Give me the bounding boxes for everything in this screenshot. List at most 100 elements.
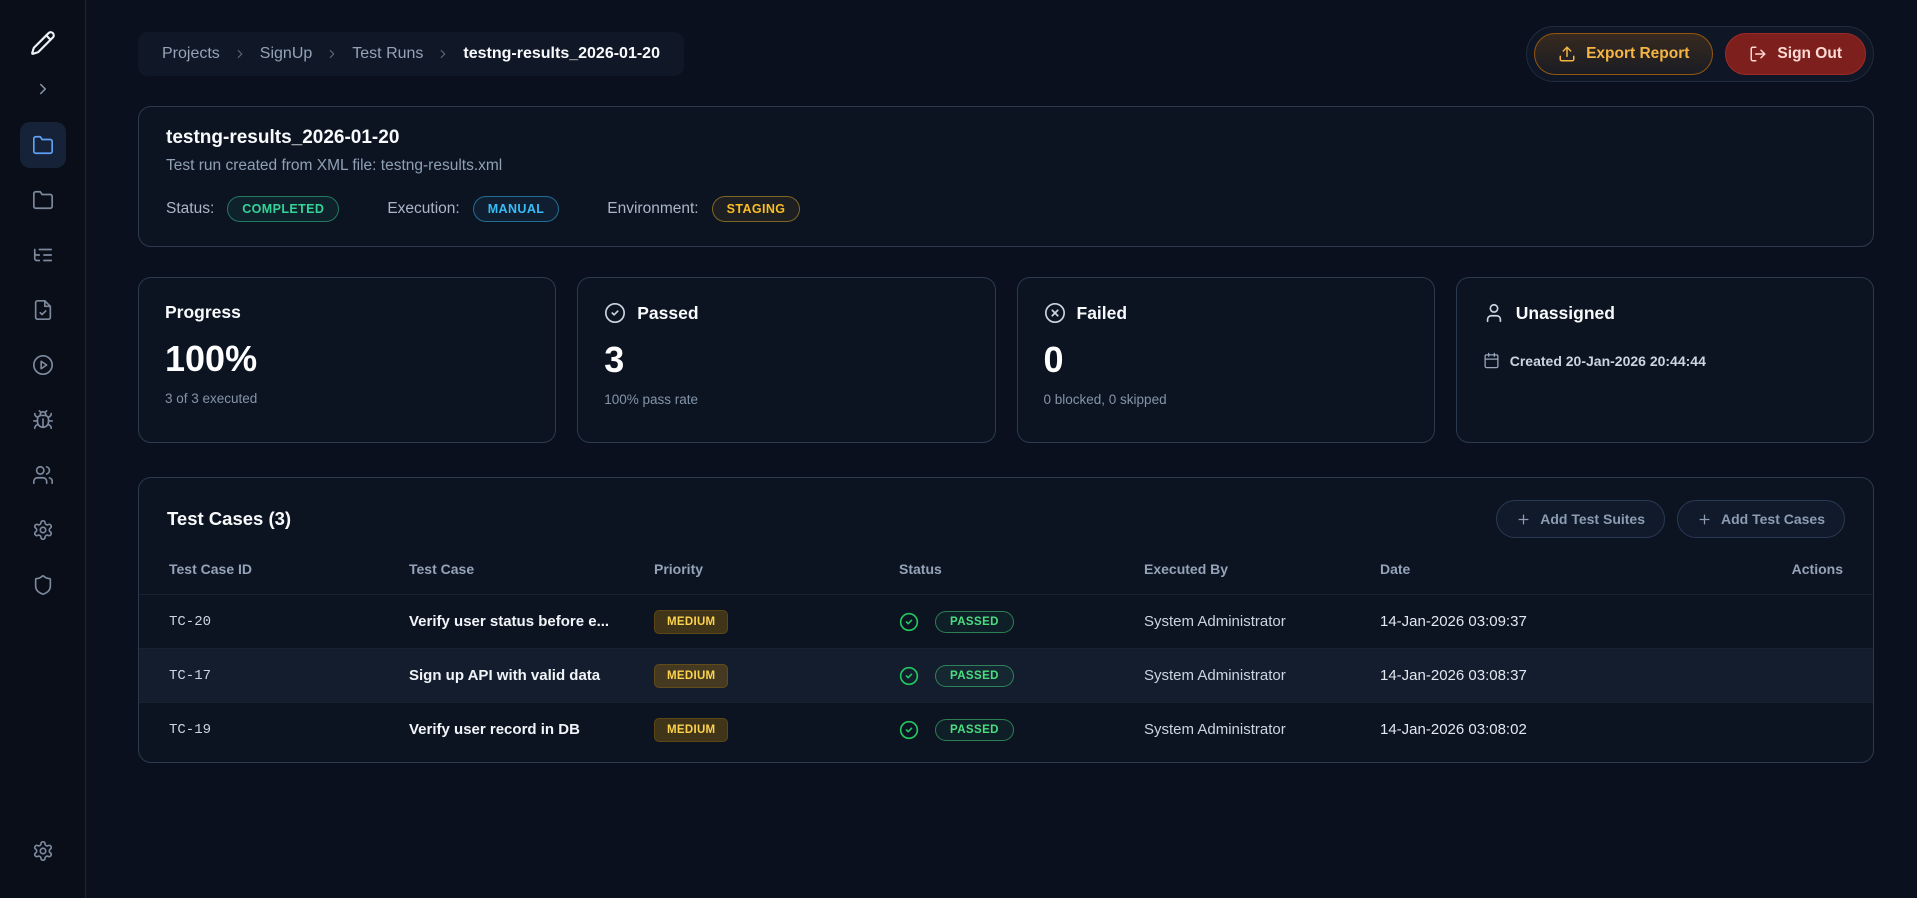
main-content: Projects SignUp Test Runs testng-results… — [86, 0, 1917, 898]
stats-row: Progress 100% 3 of 3 executed Passed 3 1… — [138, 277, 1874, 443]
breadcrumb-item-project[interactable]: SignUp — [260, 45, 312, 63]
column-test-case-id: Test Case ID — [169, 561, 252, 577]
user-icon — [1486, 303, 1501, 323]
sidebar-item-test-suites[interactable] — [20, 232, 66, 278]
sidebar-item-test-runs[interactable] — [20, 342, 66, 388]
status-cell: PASSED — [899, 664, 1144, 687]
created-row: Created 20-Jan-2026 20:44:44 — [1483, 352, 1847, 369]
unassigned-card: Unassigned Created 20-Jan-2026 20:44:44 — [1455, 277, 1874, 443]
passed-badge: PASSED — [935, 664, 1014, 687]
chevron-separator-icon — [441, 49, 446, 59]
passed-badge: PASSED — [935, 718, 1014, 741]
run-title: testng-results_2026-01-20 — [166, 127, 400, 148]
column-date: Date — [1380, 561, 1411, 577]
failed-title: Failed — [1076, 302, 1128, 323]
execution-group: Execution: MANUAL — [387, 196, 560, 222]
table-row[interactable]: TC-20 Verify user status before e... MED… — [139, 594, 1873, 648]
failed-subtitle: 0 blocked, 0 skipped — [1043, 392, 1167, 407]
add-test-suites-button[interactable]: Add Test Suites — [1496, 500, 1665, 538]
plus-icon — [1518, 514, 1529, 524]
check-circle-icon — [899, 666, 919, 685]
column-executed-by: Executed By — [1144, 561, 1229, 577]
status-group: Status: COMPLETED — [166, 196, 340, 222]
sign-out-button[interactable]: Sign Out — [1725, 33, 1866, 75]
status-label: Status: — [166, 200, 215, 217]
add-test-cases-label: Add Test Cases — [1721, 511, 1825, 527]
run-badges: Status: COMPLETED Execution: MANUAL Envi… — [166, 196, 1846, 222]
run-info-card: testng-results_2026-01-20 Test run creat… — [138, 106, 1874, 247]
log-out-icon — [1750, 46, 1766, 62]
sidebar-item-folders[interactable] — [20, 177, 66, 223]
column-status: Status — [899, 561, 942, 577]
column-test-case: Test Case — [409, 561, 475, 577]
sidebar-item-settings[interactable] — [20, 507, 66, 553]
play-circle-icon — [32, 355, 53, 375]
unassigned-title: Unassigned — [1515, 302, 1615, 323]
list-tree-icon — [33, 248, 52, 262]
executed-by: System Administrator — [1144, 721, 1286, 738]
app-logo[interactable] — [20, 20, 66, 66]
top-bar: Projects SignUp Test Runs testng-results… — [138, 26, 1874, 82]
failed-value: 0 — [1043, 339, 1064, 380]
test-case-name[interactable]: Verify user status before e... — [409, 613, 654, 630]
execution-label: Execution: — [387, 200, 460, 217]
sidebar-item-users[interactable] — [20, 452, 66, 498]
execution-date: 14-Jan-2026 03:08:02 — [1380, 721, 1527, 738]
executed-by: System Administrator — [1144, 613, 1286, 630]
breadcrumb-item-test-runs[interactable]: Test Runs — [352, 45, 423, 63]
execution-date: 14-Jan-2026 03:08:37 — [1380, 667, 1527, 684]
table-header: Test Case ID Test Case Priority Status E… — [139, 544, 1873, 594]
executed-by: System Administrator — [1144, 667, 1286, 684]
breadcrumb: Projects SignUp Test Runs testng-results… — [138, 32, 684, 76]
bug-icon — [32, 410, 53, 430]
column-priority: Priority — [654, 561, 704, 577]
upload-icon — [1559, 46, 1575, 62]
environment-label: Environment: — [607, 200, 699, 217]
passed-subtitle: 100% pass rate — [604, 392, 699, 407]
chevron-separator-icon — [329, 49, 335, 59]
table-row[interactable]: TC-17 Sign up API with valid data MEDIUM… — [139, 648, 1873, 702]
add-test-cases-button[interactable]: Add Test Cases — [1677, 500, 1845, 538]
priority-badge: MEDIUM — [654, 609, 729, 634]
failed-card: Failed 0 0 blocked, 0 skipped — [1016, 277, 1435, 443]
passed-card: Passed 3 100% pass rate — [577, 277, 996, 443]
test-case-id: TC-20 — [169, 613, 212, 630]
progress-title: Progress — [165, 302, 241, 322]
passed-value: 3 — [604, 339, 625, 380]
breadcrumb-item-current: testng-results_2026-01-20 — [463, 45, 660, 62]
breadcrumb-item-projects[interactable]: Projects — [162, 45, 220, 63]
gear-icon — [33, 841, 52, 861]
gear-icon — [33, 520, 52, 540]
sidebar-nav — [19, 122, 66, 608]
pencil-icon — [30, 31, 55, 55]
calendar-icon — [1484, 352, 1499, 369]
chevron-right-icon — [39, 83, 46, 95]
execution-date: 14-Jan-2026 03:09:37 — [1380, 613, 1527, 630]
file-icon — [34, 300, 51, 320]
chevron-separator-icon — [237, 49, 243, 59]
progress-card: Progress 100% 3 of 3 executed — [138, 277, 557, 443]
test-case-name[interactable]: Verify user record in DB — [409, 721, 654, 738]
check-circle-icon — [605, 303, 626, 323]
test-case-id: TC-19 — [169, 721, 212, 738]
export-report-button[interactable]: Export Report — [1534, 33, 1714, 75]
sidebar-item-security[interactable] — [20, 562, 66, 608]
sidebar-collapse-toggle[interactable] — [23, 74, 63, 104]
x-circle-icon — [1044, 303, 1065, 323]
plus-icon — [1699, 514, 1710, 524]
sidebar-item-bottom-settings[interactable] — [20, 828, 66, 874]
sidebar-item-defects[interactable] — [20, 397, 66, 443]
sidebar-item-test-cases[interactable] — [20, 287, 66, 333]
users-icon — [32, 465, 53, 485]
folder-icon — [32, 190, 53, 210]
execution-badge: MANUAL — [472, 196, 560, 222]
column-actions: Actions — [1791, 561, 1843, 577]
test-case-id: TC-17 — [169, 667, 212, 684]
check-circle-icon — [899, 612, 919, 631]
status-badge: COMPLETED — [227, 196, 340, 222]
status-cell: PASSED — [899, 718, 1144, 741]
table-row[interactable]: TC-19 Verify user record in DB MEDIUM PA… — [139, 702, 1873, 756]
sidebar-item-projects-active[interactable] — [19, 122, 66, 168]
shield-icon — [34, 575, 51, 595]
test-case-name[interactable]: Sign up API with valid data — [409, 667, 654, 684]
